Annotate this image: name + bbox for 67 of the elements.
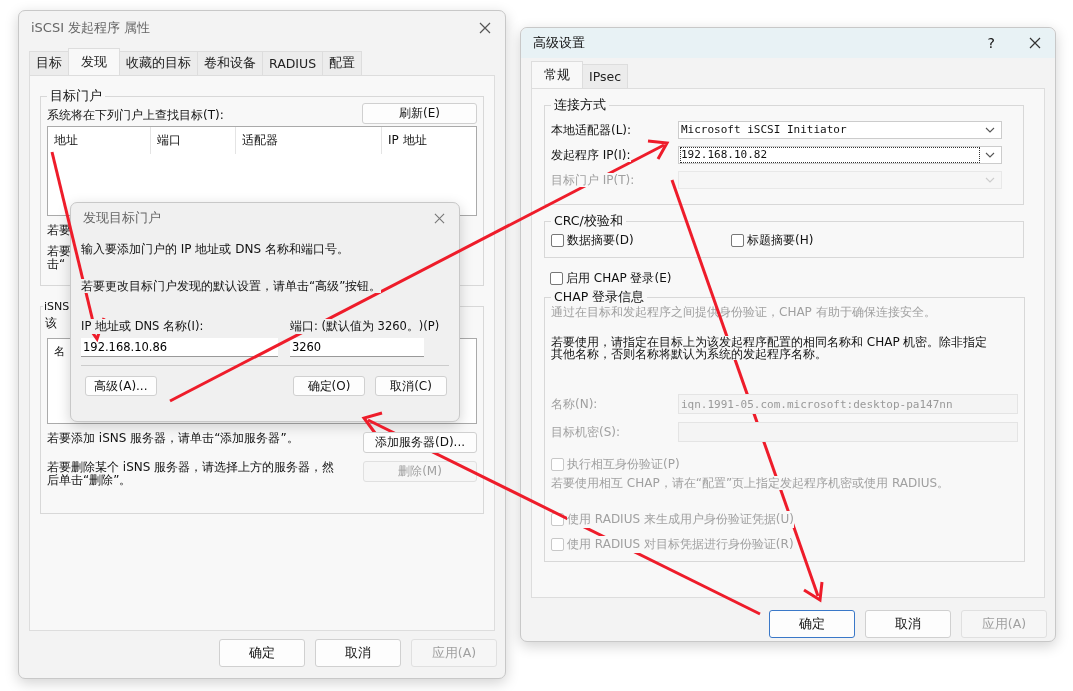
dialog-button[interactable]: 确定 [219,639,305,667]
tab[interactable]: 配置 [322,51,363,75]
port-field[interactable]: 3260 [289,338,424,357]
tab[interactable]: RADIUS [262,51,324,75]
partial-text: 击“ [47,258,66,271]
group-title: 连接方式 [553,97,607,114]
checkbox[interactable]: 数据摘要(D) [551,232,731,249]
partial-text: 若要 [47,245,71,258]
chevron-down-icon [985,152,995,158]
checkbox[interactable]: 标题摘要(H) [731,232,911,249]
cancel-button[interactable]: 取消(C) [375,376,447,396]
tab[interactable]: IPsec [582,64,629,88]
checkbox-label: 使用 RADIUS 对目标凭据进行身份验证(R) [567,536,794,553]
field-label: 目标机密(S): [551,423,622,441]
instruction-text: 输入要添加门户的 IP 地址或 DNS 名称和端口号。 [80,241,350,258]
field-label: 发起程序 IP(I): [551,147,631,162]
dialog-button[interactable]: 确定 [769,610,855,638]
column-header[interactable]: 地址 [48,127,151,154]
tab[interactable]: 收藏的目标 [119,51,198,75]
partial-text: 该 [45,316,57,330]
refresh-button[interactable]: 刷新(E) [362,103,477,124]
group-title: CRC/校验和 [553,213,624,230]
checkbox-label: 标题摘要(H) [747,232,814,249]
checkbox-label: 数据摘要(D) [567,232,634,249]
tab[interactable]: 常规 [531,61,583,88]
dialog-button[interactable]: 取消 [865,610,951,638]
remove-server-note: 若要删除某个 iSNS 服务器，请选择上方的服务器，然后单击“删除”。 [47,461,336,487]
instruction-text: 若要更改目标门户发现的默认设置，请单击“高级”按钮。 [81,279,382,293]
group-title: 目标门户 [49,88,103,105]
help-button[interactable]: ? [987,35,995,51]
field-label: 端口: (默认值为 3260。)(P) [289,319,440,334]
ok-button[interactable]: 确定(O) [293,376,365,396]
column-header[interactable]: 端口 [151,127,236,154]
add-server-button[interactable]: 添加服务器(D)... [363,432,477,453]
tab[interactable]: 发现 [68,48,120,75]
field-label: IP 地址或 DNS 名称(I): [81,319,204,334]
dropdown[interactable]: Microsoft iSCSI Initiator [678,121,1002,139]
field-label: 名称(N): [551,395,599,413]
dropdown[interactable]: 192.168.10.82 [678,146,1002,164]
advanced-button[interactable]: 高级(A)... [85,376,157,396]
column-header[interactable]: IP 地址 [382,127,464,154]
close-icon[interactable] [1029,37,1041,49]
checkbox-label: 使用 RADIUS 来生成用户身份验证凭据(U) [567,511,794,528]
chevron-down-icon [985,177,995,183]
window-title: 高级设置 [533,34,585,52]
close-icon[interactable] [479,22,491,34]
column-header[interactable]: 适配器 [236,127,382,154]
checkbox[interactable]: 启用 CHAP 登录(E) [550,270,1024,287]
dialog-title: 发现目标门户 [83,209,162,227]
checkbox-label: 启用 CHAP 登录(E) [566,270,672,287]
add-server-note: 若要添加 iSNS 服务器，请单击“添加服务器”。 [47,432,300,445]
chevron-down-icon [985,127,995,133]
group-title: CHAP 登录信息 [553,289,646,306]
checkbox-label: 执行相互身份验证(P) [567,456,680,473]
field-label: 本地适配器(L): [551,122,632,137]
list-caption: 系统将在下列门户上查找目标(T): [47,107,224,124]
dialog-button[interactable]: 取消 [315,639,401,667]
checkbox-box[interactable] [551,234,564,247]
partial-text: 若要 [47,224,71,237]
checkbox-box[interactable] [731,234,744,247]
group-title: iSNS [43,300,71,313]
tab[interactable]: 目标 [29,51,69,75]
checkbox-box[interactable] [550,272,563,285]
address-field[interactable]: 192.168.10.86 [81,338,278,357]
window-title: iSCSI 发起程序 属性 [31,19,152,37]
tab[interactable]: 卷和设备 [197,51,263,75]
field-label: 目标门户 IP(T): [551,172,635,187]
